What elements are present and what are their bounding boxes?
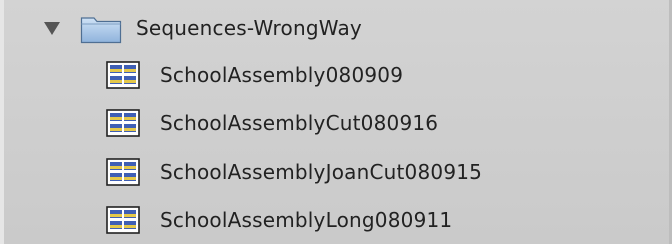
disclosure-triangle-icon[interactable]	[44, 22, 60, 35]
sequence-icon	[106, 109, 140, 137]
sequence-icon	[106, 206, 140, 234]
folder-label: Sequences-WrongWay	[136, 16, 362, 40]
browser-panel: Sequences-WrongWay SchoolAssembly080909	[0, 0, 672, 244]
sequence-label: SchoolAssemblyLong080911	[160, 208, 453, 232]
sequence-icon	[106, 61, 140, 89]
sequence-icon	[106, 158, 140, 186]
sequence-label: SchoolAssembly080909	[160, 63, 404, 87]
sequence-row[interactable]: SchoolAssemblyCut080916	[0, 101, 668, 145]
folder-row-sequences[interactable]: Sequences-WrongWay	[0, 6, 668, 50]
sequence-row[interactable]: SchoolAssembly080909	[0, 53, 668, 97]
sequence-row[interactable]: SchoolAssemblyJoanCut080915	[0, 150, 668, 194]
sequence-label: SchoolAssemblyCut080916	[160, 111, 439, 135]
folder-icon	[80, 17, 122, 44]
sequence-label: SchoolAssemblyJoanCut080915	[160, 160, 483, 184]
sequence-row[interactable]: SchoolAssemblyLong080911	[0, 198, 668, 242]
